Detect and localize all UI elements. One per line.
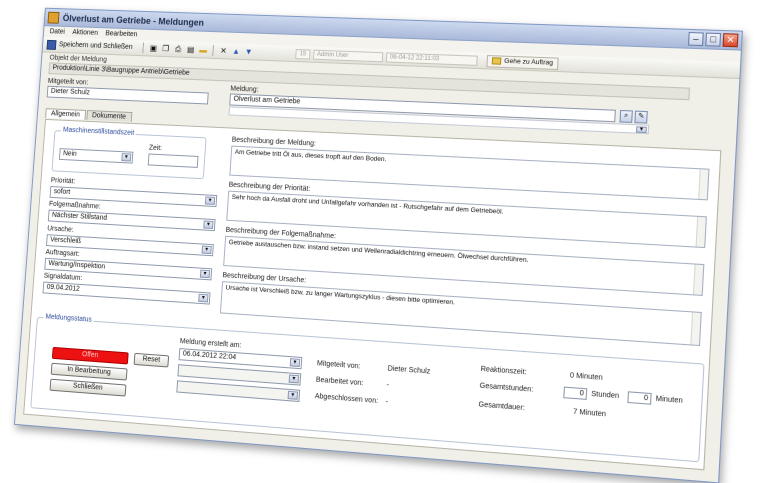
user-box: Admin User (312, 49, 384, 62)
message-label: Meldung: (230, 85, 259, 94)
chevron-down-icon: ▾ (199, 269, 211, 279)
app-icon (47, 11, 60, 24)
chevron-down-icon: ▾ (198, 293, 209, 303)
cause-value: Verschleiß (49, 236, 82, 246)
minimize-icon[interactable]: – (687, 32, 704, 47)
menu-item-edit[interactable]: Bearbeiten (105, 30, 137, 38)
reset-button[interactable]: Reset (133, 352, 170, 368)
toolbar-separator (142, 42, 145, 54)
in-progress-button[interactable]: In Bearbeitung (50, 362, 128, 381)
close-icon[interactable]: ✕ (722, 33, 739, 48)
chevron-down-icon: ▾ (289, 358, 301, 368)
search-icon[interactable]: ⌕ (619, 109, 633, 124)
general-panel: Maschinenstillstandszeit Nein ▾ Zeit: Pr… (23, 118, 722, 471)
open-status-button[interactable]: Offen (51, 346, 129, 365)
folder-icon (491, 57, 502, 65)
reported-by-input[interactable]: Dieter Schulz (46, 85, 209, 105)
folder-open-icon[interactable]: ▬ (198, 45, 208, 55)
hours-unit: Stunden (591, 390, 620, 401)
total-duration-value: 7 Minuten (572, 408, 607, 419)
chevron-down-icon: ▾ (288, 374, 300, 384)
scrollbar[interactable] (692, 264, 704, 295)
chevron-down-icon: ▾ (635, 126, 647, 134)
closed-by-value: - (385, 398, 389, 406)
goto-order-button[interactable]: Gehe zu Auftrag (486, 54, 559, 70)
order-type-label: Auftragsart: (45, 248, 80, 258)
chevron-down-icon: ▾ (204, 196, 216, 205)
minutes-field[interactable]: 0 (627, 391, 652, 405)
created-value: 06.04.2012 22:04 (182, 350, 237, 362)
reaction-time-label: Reaktionszeit: (480, 365, 527, 377)
id-box: 15 (295, 48, 311, 60)
signal-date-label: Signaldatum: (43, 272, 83, 283)
tab-general[interactable]: Allgemein (45, 108, 86, 120)
chevron-down-icon: ▾ (203, 220, 214, 230)
screenshot-stage: Ölverlust am Getriebe - Meldungen – □ ✕ … (0, 0, 763, 483)
time-label: Zeit: (148, 144, 163, 153)
desc-message-text: Am Getriebe tritt Öl aus, dieses tropft … (234, 148, 387, 164)
delete-icon[interactable]: ✕ (218, 46, 228, 56)
menu-item-actions[interactable]: Aktionen (72, 29, 98, 37)
desc-priority-text: Sehr hoch da Ausfall droht und Unfallgef… (231, 193, 504, 216)
time-input[interactable] (147, 153, 199, 168)
status-reported-by-value: Dieter Schulz (387, 365, 431, 376)
priority-label: Priorität: (50, 177, 76, 186)
created-label: Meldung erstellt am: (179, 337, 242, 350)
chevron-down-icon: ▾ (201, 245, 212, 255)
message-window: Ölverlust am Getriebe - Meldungen – □ ✕ … (13, 7, 743, 483)
signal-date-picker[interactable]: 09.04.2012 ▾ (42, 281, 211, 305)
total-duration-label: Gesamtdauer: (478, 401, 526, 413)
window-controls: – □ ✕ (687, 32, 739, 48)
chevron-down-icon: ▾ (287, 390, 299, 400)
arrow-up-icon[interactable]: ▲ (231, 46, 241, 56)
print-icon[interactable]: ⎙ (173, 44, 183, 54)
floppy-icon[interactable]: ▣ (148, 43, 158, 53)
machine-stop-value: Nein (62, 150, 77, 158)
machine-stop-select[interactable]: Nein ▾ (58, 148, 134, 164)
edit-icon[interactable]: ✎ (634, 110, 648, 124)
tab-documents[interactable]: Dokumente (86, 110, 132, 122)
minutes-unit: Minuten (655, 395, 683, 405)
desc-cause-text: Ursache ist Verschleiß bzw. zu langer Wa… (225, 284, 456, 307)
hours-field[interactable]: 0 (563, 386, 588, 400)
machine-stop-title: Maschinenstillstandszeit (60, 126, 137, 137)
order-type-value: Wartung/Inspektion (48, 260, 106, 271)
scrollbar[interactable] (698, 169, 709, 200)
signal-date-value: 09.04.2012 (46, 283, 80, 293)
priority-value: sofort (53, 188, 71, 196)
total-hours-label: Gesamtstunden: (479, 382, 534, 394)
scrollbar[interactable] (690, 312, 701, 345)
copy-icon[interactable]: ❐ (161, 44, 171, 54)
close-status-button[interactable]: Schließen (49, 378, 127, 397)
window-title: Ölverlust am Getriebe - Meldungen (62, 12, 205, 28)
followup-value: Nächster Stillstand (51, 211, 108, 222)
reaction-time-value: 0 Minuten (569, 372, 603, 382)
cause-label: Ursache: (47, 225, 74, 234)
machine-stop-group: Maschinenstillstandszeit Nein ▾ Zeit: (51, 126, 207, 180)
maximize-icon[interactable]: □ (705, 32, 722, 47)
desc-followup-text: Getriebe austauschen bzw. instand setzen… (228, 239, 529, 265)
toolbar-separator (212, 44, 215, 56)
arrow-down-icon[interactable]: ▼ (244, 47, 254, 57)
processed-by-value: - (386, 381, 390, 390)
chevron-down-icon: ▾ (121, 153, 132, 162)
date-box: 06-04-12 22:11:03 (385, 51, 478, 66)
save-icon[interactable] (46, 39, 57, 50)
processed-by-label: Bearbeitet von: (315, 376, 364, 388)
closed-by-label: Abgeschlossen von: (314, 392, 379, 406)
status-reported-by-label: Mitgeteilt von: (316, 360, 361, 371)
goto-order-label: Gehe zu Auftrag (503, 57, 554, 67)
menu-item-file[interactable]: Datei (49, 28, 65, 35)
save-close-button[interactable]: Speichern und Schließen (59, 41, 133, 51)
document-icon[interactable]: ▤ (186, 44, 196, 54)
scrollbar[interactable] (695, 216, 706, 248)
status-title: Meldungsstatus (43, 313, 94, 324)
